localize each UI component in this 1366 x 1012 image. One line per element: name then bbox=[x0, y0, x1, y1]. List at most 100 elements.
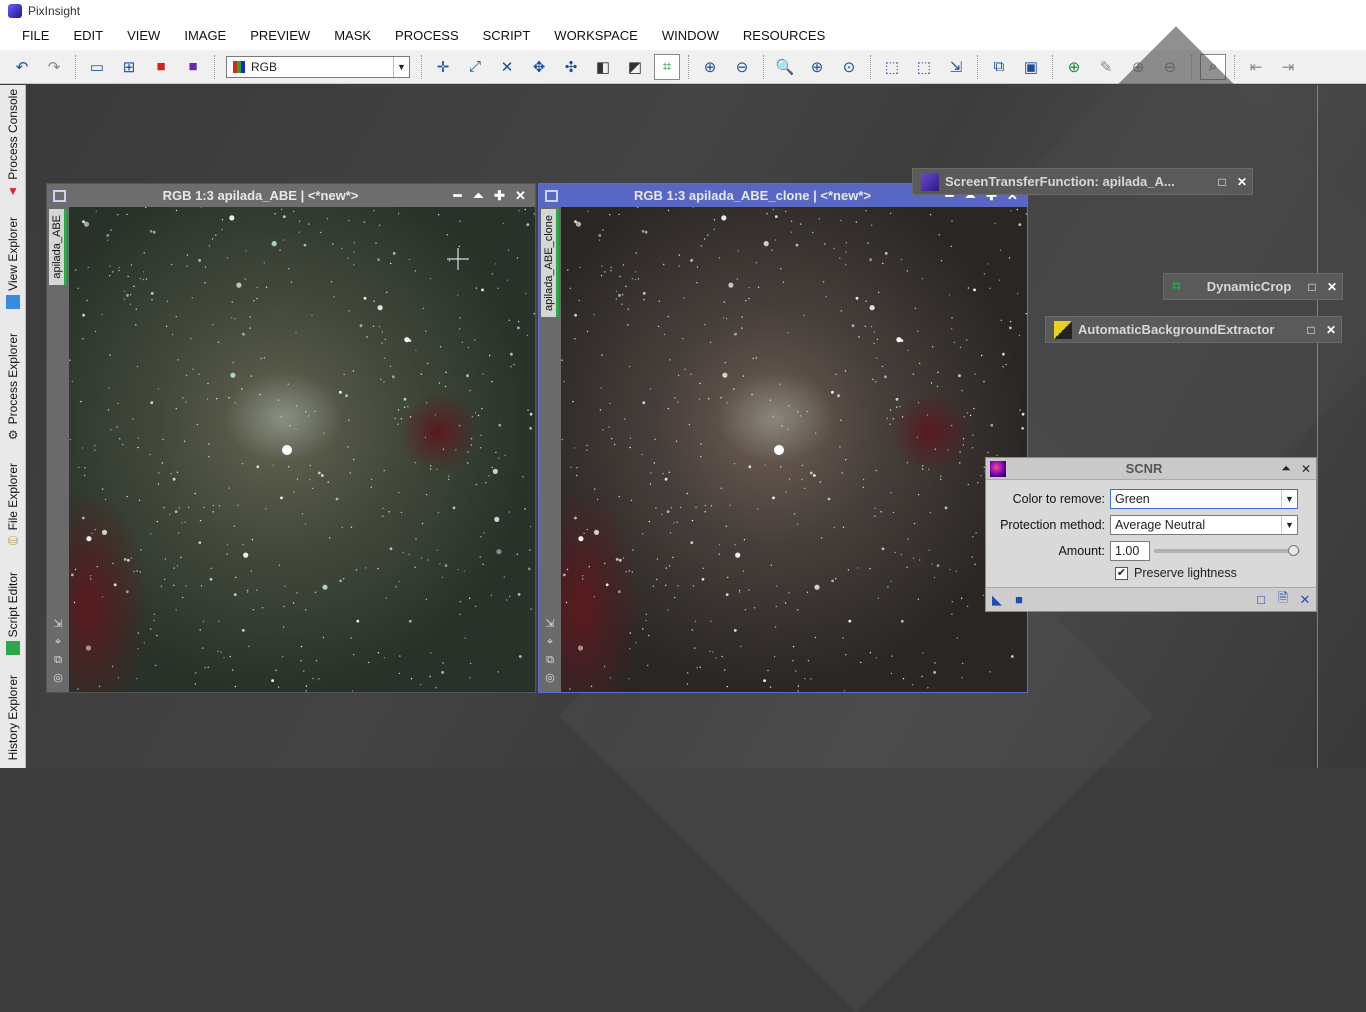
maximize-window-icon[interactable]: ⧉ bbox=[986, 54, 1012, 80]
amount-slider[interactable] bbox=[1154, 541, 1300, 561]
star bbox=[150, 292, 154, 295]
target-icon[interactable]: ◎ bbox=[543, 671, 557, 685]
star bbox=[430, 652, 432, 654]
shade-icon[interactable]: ⏶ bbox=[1276, 461, 1296, 476]
center-view-icon[interactable]: ✣ bbox=[558, 54, 584, 80]
redo-icon[interactable]: ↷ bbox=[41, 54, 67, 80]
fit-icon[interactable]: ⇲ bbox=[51, 617, 65, 631]
tab-view-explorer[interactable]: View Explorer bbox=[0, 217, 26, 309]
fit-window-icon[interactable]: ▣ bbox=[1018, 54, 1044, 80]
close-icon[interactable]: ✕ bbox=[1321, 323, 1341, 337]
view-id-tab[interactable]: apilada_ABE bbox=[49, 209, 67, 285]
pan-icon[interactable]: ⌖ bbox=[543, 635, 557, 649]
new-instance-icon[interactable]: ◣ bbox=[986, 592, 1008, 608]
preview-to-image-icon[interactable]: ⇲ bbox=[943, 54, 969, 80]
close-icon[interactable]: ✕ bbox=[510, 188, 531, 204]
mask-icon[interactable]: ◧ bbox=[590, 54, 616, 80]
restore-icon[interactable]: □ bbox=[1301, 323, 1321, 337]
clone-icon[interactable]: ⧉ bbox=[543, 653, 557, 667]
fit-icon[interactable]: ⇲ bbox=[543, 617, 557, 631]
tab-script-editor[interactable]: Script Editor bbox=[0, 572, 26, 656]
image-window-titlebar[interactable]: RGB 1:3 apilada_ABE | <*new*> ━ ⏶ ✚ ✕ bbox=[47, 184, 535, 207]
slider-handle[interactable] bbox=[1288, 545, 1299, 556]
menu-process[interactable]: PROCESS bbox=[383, 22, 471, 50]
show-mask-icon[interactable]: ◩ bbox=[622, 54, 648, 80]
menu-window[interactable]: WINDOW bbox=[650, 22, 731, 50]
target-icon[interactable]: ◎ bbox=[51, 671, 65, 685]
zoom-fit-view-icon[interactable]: ⊙ bbox=[836, 54, 862, 80]
menu-file[interactable]: FILE bbox=[10, 22, 61, 50]
amount-input[interactable]: 1.00 bbox=[1110, 541, 1150, 561]
menu-workspace[interactable]: WORKSPACE bbox=[542, 22, 650, 50]
image-window-apilada-abe[interactable]: RGB 1:3 apilada_ABE | <*new*> ━ ⏶ ✚ ✕ ap… bbox=[46, 183, 536, 693]
astro-image-left[interactable] bbox=[69, 207, 535, 692]
menu-view[interactable]: VIEW bbox=[115, 22, 172, 50]
view-id-tab[interactable]: apilada_ABE_clone bbox=[541, 209, 559, 318]
history-forward-icon[interactable]: ⇥ bbox=[1275, 54, 1301, 80]
channel-select[interactable]: RGB ▼ bbox=[226, 55, 410, 78]
dynamic-crop-icon[interactable]: ⌗ bbox=[654, 53, 680, 80]
workspace-guide-line bbox=[1317, 85, 1318, 768]
tab-file-explorer[interactable]: File Explorer ⛁ bbox=[0, 463, 26, 548]
close-icon[interactable]: ✕ bbox=[1232, 175, 1252, 189]
star bbox=[94, 330, 97, 333]
undo-icon[interactable]: ↶ bbox=[9, 54, 35, 80]
star bbox=[397, 423, 399, 425]
protection-method-select[interactable]: Average Neutral ▼ bbox=[1110, 515, 1298, 535]
zoom-out-icon[interactable]: ⊖ bbox=[729, 54, 755, 80]
tab-history-explorer[interactable]: History Explorer bbox=[0, 675, 26, 760]
tool-screen-transfer-function[interactable]: ScreenTransferFunction: apilada_A... □ ✕ bbox=[912, 168, 1253, 195]
apply-global-icon[interactable]: ■ bbox=[1008, 592, 1030, 607]
reset-icon[interactable]: ✕ bbox=[1294, 592, 1316, 608]
new-preview-icon[interactable]: ⬚ bbox=[911, 54, 937, 80]
menu-resources[interactable]: RESOURCES bbox=[731, 22, 837, 50]
star bbox=[734, 544, 736, 546]
pan-mode-icon[interactable]: ✥ bbox=[526, 54, 552, 80]
close-icon[interactable]: ✕ bbox=[1296, 462, 1316, 476]
star bbox=[663, 333, 666, 336]
maximize-icon[interactable]: ✚ bbox=[489, 188, 510, 204]
tab-process-console[interactable]: Process Console ▼ bbox=[0, 89, 26, 198]
history-back-icon[interactable]: ⇤ bbox=[1243, 54, 1269, 80]
readout-mode-icon[interactable]: ✛ bbox=[430, 54, 456, 80]
documentation-icon[interactable]: 🗎 bbox=[1272, 589, 1294, 611]
restore-icon[interactable]: □ bbox=[1212, 175, 1232, 189]
preview-icon[interactable]: ⬚ bbox=[879, 54, 905, 80]
tab-process-explorer[interactable]: Process Explorer ⚙ bbox=[0, 333, 26, 442]
star bbox=[827, 497, 831, 501]
star bbox=[156, 634, 158, 637]
edit-icon[interactable]: ✎ bbox=[1093, 54, 1119, 80]
zoom-1-1-icon[interactable]: 🔍 bbox=[772, 54, 798, 80]
star bbox=[874, 507, 876, 509]
zoom-in-view-icon[interactable]: ⊕ bbox=[804, 54, 830, 80]
tool-automatic-background-extractor[interactable]: AutomaticBackgroundExtractor □ ✕ bbox=[1045, 316, 1342, 343]
view-identifier-icon[interactable]: ▭ bbox=[84, 54, 110, 80]
channels-icon[interactable]: ■ bbox=[148, 54, 174, 80]
zoom-in-icon[interactable]: ⊕ bbox=[697, 54, 723, 80]
color-to-remove-select[interactable]: Green ▼ bbox=[1110, 489, 1298, 509]
preserve-lightness-checkbox[interactable]: ✔ bbox=[1115, 566, 1128, 580]
toolbar-separator bbox=[870, 54, 871, 79]
fit-view-icon[interactable]: ✕ bbox=[494, 54, 520, 80]
rgb-working-space-icon[interactable]: ■ bbox=[180, 54, 206, 80]
star bbox=[282, 215, 286, 218]
close-icon[interactable]: ✕ bbox=[1322, 280, 1342, 294]
preview-icon[interactable]: □ bbox=[1250, 592, 1272, 607]
image-window-apilada-abe-clone[interactable]: RGB 1:3 apilada_ABE_clone | <*new*> ━ ⏶ … bbox=[538, 183, 1028, 693]
minimize-icon[interactable]: ━ bbox=[447, 188, 468, 204]
zoom-to-fit-icon[interactable]: ⤢ bbox=[462, 54, 488, 80]
pan-icon[interactable]: ⌖ bbox=[51, 635, 65, 649]
menu-script[interactable]: SCRIPT bbox=[471, 22, 543, 50]
shade-icon[interactable]: ⏶ bbox=[468, 188, 489, 204]
menu-preview[interactable]: PREVIEW bbox=[238, 22, 322, 50]
menu-mask[interactable]: MASK bbox=[322, 22, 383, 50]
tool-dynamic-crop[interactable]: ⌗ DynamicCrop □ ✕ bbox=[1163, 273, 1343, 300]
restore-icon[interactable]: □ bbox=[1302, 280, 1322, 294]
new-image-icon[interactable]: ⊞ bbox=[116, 54, 142, 80]
menu-edit[interactable]: EDIT bbox=[61, 22, 115, 50]
clone-icon[interactable]: ⧉ bbox=[51, 653, 65, 667]
astro-image-right[interactable] bbox=[561, 207, 1027, 692]
scnr-titlebar[interactable]: SCNR ⏶ ✕ bbox=[986, 458, 1316, 480]
menu-image[interactable]: IMAGE bbox=[172, 22, 238, 50]
new-workspace-icon[interactable]: ⊕ bbox=[1061, 54, 1087, 80]
